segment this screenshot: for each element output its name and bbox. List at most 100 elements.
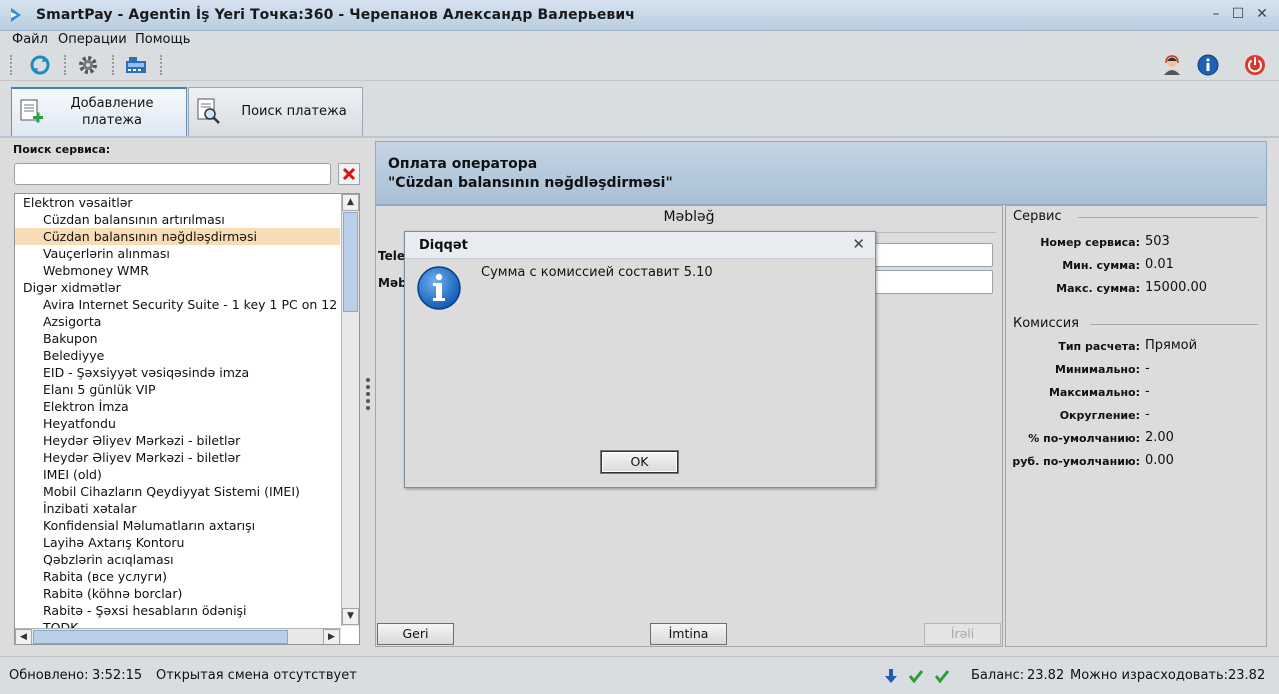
list-item[interactable]: Webmoney WMR xyxy=(15,262,340,279)
tab-strip: Добавление платежа Поиск платежа xyxy=(0,81,1279,137)
list-item[interactable]: Elektron İmza xyxy=(15,398,340,415)
list-item[interactable]: Heydər Əliyev Mərkəzi - biletlər xyxy=(15,432,340,449)
service-section-title: Сервис xyxy=(1013,209,1062,224)
commission-detail-key: % по-умолчанию: xyxy=(1028,432,1140,445)
list-item[interactable]: Layihə Axtarış Kontoru xyxy=(15,534,340,551)
vertical-scrollbar[interactable]: ▲ ▼ xyxy=(341,194,359,626)
back-button[interactable]: Geri xyxy=(377,623,454,645)
list-item[interactable]: Konfidensial Məlumatların axtarışı xyxy=(15,517,340,534)
list-item[interactable]: İnzibati xətalar xyxy=(15,500,340,517)
list-group-header[interactable]: Elektron vəsaitlər xyxy=(15,194,340,211)
next-button[interactable]: İrəli xyxy=(924,623,1001,645)
list-group-header[interactable]: Digər xidmətlər xyxy=(15,279,340,296)
close-window-button[interactable]: ✕ xyxy=(1254,6,1270,22)
menubar: Файл Операции Помощь xyxy=(0,31,1279,49)
balance-label: Баланс: xyxy=(971,668,1025,683)
dialog-titlebar: Diqqət ✕ xyxy=(405,232,875,259)
list-item[interactable]: IMEI (old) xyxy=(15,466,340,483)
vertical-scroll-thumb[interactable] xyxy=(343,212,358,312)
toolbar-grip xyxy=(10,55,12,75)
service-detail-key: Макс. сумма: xyxy=(1056,282,1140,295)
search-document-icon xyxy=(197,98,220,124)
window-titlebar: SmartPay - Agentin İş Yeri Точка:360 - Ч… xyxy=(0,0,1279,31)
horizontal-scroll-thumb[interactable] xyxy=(33,630,288,644)
operator-header-line2: "Cüzdan balansının nəğdləşdirməsi" xyxy=(388,175,673,191)
info-icon xyxy=(417,266,461,310)
maximize-button[interactable]: ☐ xyxy=(1230,6,1246,22)
commission-detail-value: Прямой xyxy=(1145,338,1198,353)
commission-detail-value: 2.00 xyxy=(1145,430,1174,445)
statusbar: Обновлено: 3:52:15 Открытая смена отсутс… xyxy=(0,656,1279,694)
list-item[interactable]: Azsigorta xyxy=(15,313,340,330)
menu-operations[interactable]: Операции xyxy=(58,32,127,47)
tab-add-payment[interactable]: Добавление платежа xyxy=(11,87,187,137)
panel-splitter[interactable] xyxy=(366,378,370,412)
operator-header-line1: Оплата оператора xyxy=(388,156,538,172)
list-item[interactable]: Belediyye xyxy=(15,347,340,364)
service-detail-value: 15000.00 xyxy=(1145,280,1208,295)
updated-label: Обновлено: xyxy=(9,668,89,683)
commission-detail-value: 0.00 xyxy=(1145,453,1174,468)
menu-help[interactable]: Помощь xyxy=(135,32,190,47)
service-list[interactable]: Elektron vəsaitlər Cüzdan balansının artı… xyxy=(14,193,360,645)
list-item[interactable]: Bakupon xyxy=(15,330,340,347)
scroll-up-icon[interactable]: ▲ xyxy=(342,194,359,211)
check-icon xyxy=(934,670,950,684)
list-item[interactable]: Cüzdan balansının nəğdləşdirməsi xyxy=(15,228,340,245)
clear-search-button[interactable] xyxy=(338,163,360,185)
support-agent-icon[interactable] xyxy=(1160,53,1184,77)
scroll-left-icon[interactable]: ◀ xyxy=(15,629,32,644)
toolbar-separator xyxy=(64,55,66,75)
cancel-button[interactable]: İmtina xyxy=(650,623,727,645)
service-info-panel: Сервис Номер сервиса: 503 Мин. сумма: 0.01 М… xyxy=(1005,205,1267,647)
spendable-label: Можно израсходовать: xyxy=(1070,668,1229,683)
list-item[interactable]: Cüzdan balansının artırılması xyxy=(15,211,340,228)
tab-search-payment-label: Поиск платежа xyxy=(241,104,347,119)
commission-detail-key: Округление: xyxy=(1059,409,1140,422)
commission-section-title: Комиссия xyxy=(1013,316,1080,331)
ok-button[interactable]: OK xyxy=(601,451,678,473)
shift-status: Открытая смена отсутствует xyxy=(156,668,357,683)
dialog-close-icon[interactable]: ✕ xyxy=(852,235,865,253)
service-detail-value: 503 xyxy=(1145,234,1170,249)
clear-x-icon xyxy=(342,167,356,181)
dialog-title: Diqqət xyxy=(419,238,468,253)
service-section-rule xyxy=(1078,217,1258,218)
list-item[interactable]: EID - Şəxsiyyət vəsiqəsində imza xyxy=(15,364,340,381)
list-item[interactable]: Rabitə - Şəxsi hesabların ödənişi xyxy=(15,602,340,619)
attention-dialog: Diqqət ✕ Сумма с комиссией составит 5.10… xyxy=(404,231,876,488)
list-item[interactable]: Rabita (все услуги) xyxy=(15,568,340,585)
commission-detail-value: - xyxy=(1145,361,1150,376)
scroll-down-icon[interactable]: ▼ xyxy=(342,608,359,625)
service-search-label: Поиск сервиса: xyxy=(13,143,111,156)
list-item[interactable]: Heyatfondu xyxy=(15,415,340,432)
dialog-message: Сумма с комиссией составит 5.10 xyxy=(481,265,713,280)
horizontal-scrollbar[interactable]: ◀ ▶ xyxy=(15,628,341,644)
list-item[interactable]: Avira Internet Security Suite - 1 key 1 … xyxy=(15,296,340,313)
power-icon[interactable] xyxy=(1243,53,1267,77)
list-item[interactable]: Vauçerlərin alınması xyxy=(15,245,340,262)
toolbar-separator xyxy=(112,55,114,75)
refresh-icon[interactable] xyxy=(28,53,52,77)
cash-register-icon[interactable] xyxy=(124,53,148,77)
amount-field[interactable] xyxy=(871,270,993,294)
list-item[interactable]: Elanı 5 günlük VIP xyxy=(15,381,340,398)
service-detail-key: Номер сервиса: xyxy=(1040,236,1140,249)
check-icon xyxy=(908,670,924,684)
settings-icon[interactable] xyxy=(76,53,100,77)
commission-detail-key: Минимально: xyxy=(1055,363,1140,376)
service-search-input[interactable] xyxy=(14,163,331,185)
list-item[interactable]: Qəbzlərin acıqlaması xyxy=(15,551,340,568)
operator-header: Оплата оператора "Cüzdan balansının nəğd… xyxy=(375,141,1267,205)
list-item[interactable]: Heydər Əliyev Mərkəzi - biletlər xyxy=(15,449,340,466)
minimize-button[interactable]: – xyxy=(1208,6,1224,22)
scroll-right-icon[interactable]: ▶ xyxy=(323,629,340,644)
info-icon[interactable] xyxy=(1196,53,1220,77)
commission-detail-key: Максимально: xyxy=(1048,386,1140,399)
menu-file[interactable]: Файл xyxy=(12,32,48,47)
phone-field[interactable] xyxy=(871,243,993,267)
tab-search-payment[interactable]: Поиск платежа xyxy=(188,87,363,137)
list-item[interactable]: Mobil Cihazların Qeydiyyat Sistemi (IMEI… xyxy=(15,483,340,500)
service-list-rows: Elektron vəsaitlər Cüzdan balansının artı… xyxy=(15,194,340,636)
list-item[interactable]: Rabitə (köhnə borclar) xyxy=(15,585,340,602)
